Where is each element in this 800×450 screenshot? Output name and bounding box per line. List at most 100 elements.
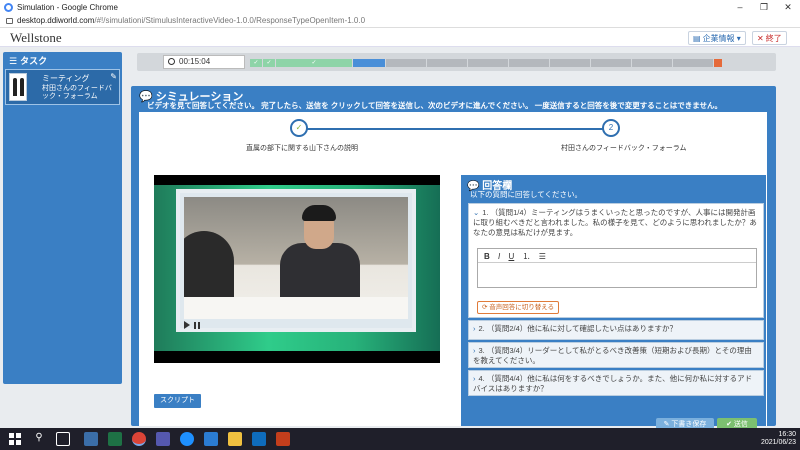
- excel-icon[interactable]: [108, 432, 122, 446]
- video-player[interactable]: [154, 175, 440, 363]
- windows-taskbar: ⚲ 16:30 2021/06/23: [0, 428, 800, 450]
- progress-segment-todo: [427, 59, 467, 67]
- minimize-icon[interactable]: –: [728, 0, 752, 14]
- numbered-list-icon[interactable]: ⒈: [523, 252, 531, 261]
- sidebar-title: タスク: [20, 56, 48, 66]
- task-view-icon[interactable]: [56, 432, 70, 446]
- outlook-icon[interactable]: [252, 432, 266, 446]
- teams-icon[interactable]: [156, 432, 170, 446]
- progress-segment-todo: [673, 59, 713, 67]
- progress-segment-todo: [468, 59, 508, 67]
- underline-button[interactable]: U: [508, 252, 514, 261]
- task-people-icon: [9, 73, 27, 101]
- progress-segment-flag: [714, 59, 722, 67]
- sidebar-task-meeting[interactable]: ミーティング 村田さんのフィードバック・フォーラム ✎: [5, 69, 120, 105]
- step-2-marker[interactable]: 2: [602, 119, 620, 137]
- desk-shape: [184, 297, 408, 319]
- restore-icon[interactable]: ❐: [752, 0, 776, 14]
- editor-toolbar: B I U ⒈ ☰: [478, 249, 756, 263]
- document-icon: ▤: [693, 34, 701, 43]
- italic-button[interactable]: I: [498, 252, 500, 261]
- list-icon: ☰: [9, 56, 18, 66]
- url-path: /#!/simulationi/StimulusInteractiveVideo…: [94, 16, 366, 25]
- edge-icon[interactable]: [180, 432, 194, 446]
- exit-label: 終了: [765, 34, 782, 43]
- exit-button[interactable]: ✕ 終了: [752, 31, 787, 45]
- video-scene: [184, 197, 408, 319]
- question-4-panel[interactable]: › 4. （質問4/4）他に私は何をするべきでしょうか。また、他に何か私に対するア…: [468, 370, 764, 396]
- progress-segment-todo: [386, 59, 426, 67]
- video-controls: [184, 321, 200, 330]
- step-1-marker[interactable]: ✓: [290, 119, 308, 137]
- step-2-label: 村田さんのフィードバック・フォーラム: [561, 145, 687, 152]
- company-info-button[interactable]: ▤ 企業情報 ▾: [688, 31, 746, 45]
- caret-down-icon: ▾: [736, 34, 741, 43]
- clock-date: 2021/06/23: [760, 439, 796, 446]
- chrome-taskbar-icon[interactable]: [132, 432, 146, 446]
- close-x-icon: ✕: [757, 34, 764, 43]
- address-bar[interactable]: desktop.ddiworld.com/#!/simulationi/Stim…: [0, 14, 800, 28]
- answer-panel: 💬 回答欄 以下の質問に回答してください。 ⌄ 1. （質問1/4）ミーティングは…: [461, 175, 766, 426]
- window-controls: – ❐ ✕: [728, 0, 800, 14]
- check-icon: ✔: [726, 421, 732, 428]
- progress-segment-todo: [632, 59, 672, 67]
- folder-icon[interactable]: [228, 432, 242, 446]
- timer-value: 00:15:04: [179, 57, 211, 66]
- browser-titlebar: Simulation - Google Chrome – ❐ ✕: [0, 0, 800, 14]
- play-icon[interactable]: [184, 321, 190, 329]
- progress-segment-current: [353, 59, 385, 67]
- powerpoint-icon[interactable]: [276, 432, 290, 446]
- question-2-panel[interactable]: › 2. （質問2/4）他に私に対して確認したい点はありますか？: [468, 320, 764, 340]
- question-2-text: 2. （質問2/4）他に私に対して確認したい点はありますか？: [478, 324, 678, 333]
- brand-logo: Wellstone: [10, 30, 62, 45]
- timer-progress-bar: 00:15:04 ✓ ✓ ✓: [137, 53, 776, 71]
- chevron-right-icon: ›: [473, 346, 476, 355]
- progress-segment-todo: [509, 59, 549, 67]
- simulation-content: ✓ 2 直属の部下に関する山下さんの説明 村田さんのフィードバック・フォーラム …: [139, 112, 767, 426]
- clock-time: 16:30: [778, 431, 796, 438]
- pencil-icon: ✎: [110, 72, 117, 81]
- task-title: ミーティング: [42, 74, 90, 83]
- question-3-panel[interactable]: › 3. （質問3/4）リーダーとして私がとるべき改善策（短期および長期）とその理…: [468, 342, 764, 368]
- answer-editor[interactable]: B I U ⒈ ☰: [477, 248, 757, 288]
- clock-icon: [168, 58, 175, 65]
- chevron-down-icon: ⌄: [473, 208, 480, 217]
- chevron-right-icon: ›: [473, 324, 476, 333]
- step-connector: [299, 128, 611, 130]
- bullet-list-icon[interactable]: ☰: [539, 252, 546, 261]
- progress-segment-todo: [550, 59, 590, 67]
- search-icon[interactable]: ⚲: [32, 432, 46, 446]
- pencil-icon: ✎: [663, 421, 670, 428]
- script-button[interactable]: スクリプト: [154, 394, 201, 408]
- video-frame: [176, 189, 416, 332]
- audio-answer-button[interactable]: ⟳ 音声回答に切り替える: [477, 301, 560, 314]
- refresh-icon: ⟳: [482, 304, 488, 311]
- bold-button[interactable]: B: [484, 252, 490, 261]
- task-sidebar: ☰ タスク ミーティング 村田さんのフィードバック・フォーラム ✎: [3, 52, 122, 384]
- windows-start-icon[interactable]: [8, 432, 22, 446]
- simulation-panel: 💬 シミュレーション ビデオを見て回答してください。 完了したら、送信を クリッ…: [131, 86, 776, 432]
- progress-segment-done: ✓: [263, 59, 275, 67]
- chevron-right-icon: ›: [473, 374, 476, 383]
- answer-subtitle: 以下の質問に回答してください。: [470, 190, 583, 199]
- close-icon[interactable]: ✕: [776, 0, 800, 14]
- app-header: Wellstone ▤ 企業情報 ▾ ✕ 終了: [0, 28, 800, 47]
- lock-icon: [6, 17, 13, 24]
- app-icon[interactable]: [84, 432, 98, 446]
- sidebar-header: ☰ タスク: [3, 52, 122, 67]
- progress-segments: ✓ ✓ ✓: [250, 59, 759, 67]
- progress-segment-todo: [591, 59, 631, 67]
- progress-segment-done: ✓: [250, 59, 262, 67]
- pause-icon[interactable]: [194, 322, 200, 329]
- question-4-text: 4. （質問4/4）他に私は何をするべきでしょうか。また、他に何か私に対するアド…: [473, 374, 753, 393]
- question-1-panel: ⌄ 1. （質問1/4）ミーティングはうまくいったと思ったのですが、人事には開発計…: [468, 203, 764, 318]
- question-3-text: 3. （質問3/4）リーダーとして私がとるべき改善策（短期および長期）とその理由…: [473, 346, 752, 365]
- system-clock[interactable]: 16:30 2021/06/23: [761, 431, 796, 447]
- company-info-label: 企業情報: [702, 34, 735, 43]
- chrome-icon: [4, 2, 13, 12]
- window-title: Simulation - Google Chrome: [17, 2, 118, 12]
- question-1-header[interactable]: ⌄ 1. （質問1/4）ミーティングはうまくいったと思ったのですが、人事には開発計…: [473, 208, 759, 238]
- person-hair-shape: [302, 205, 336, 221]
- task-subtitle: 村田さんのフィードバック・フォーラム: [42, 85, 112, 100]
- app-icon-2[interactable]: [204, 432, 218, 446]
